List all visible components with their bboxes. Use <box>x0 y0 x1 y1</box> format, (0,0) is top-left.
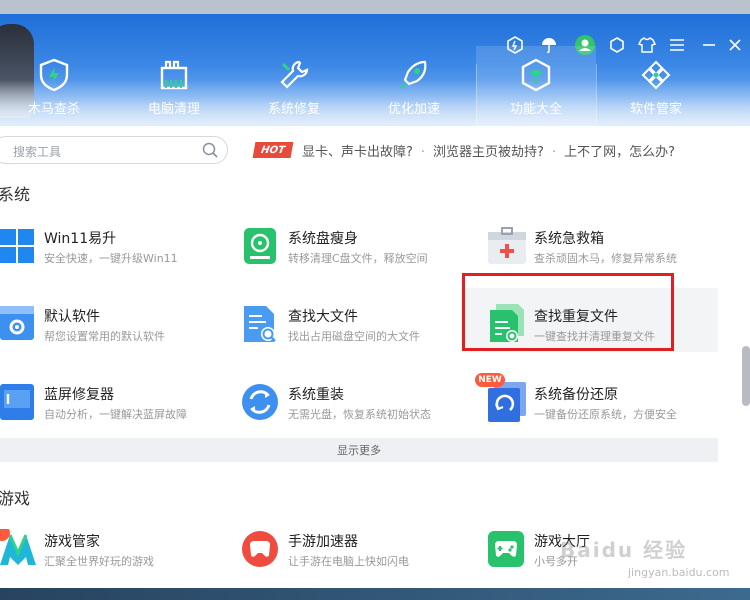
tool-desc: 一键备份还原系统，方便安全 <box>534 408 677 421</box>
nav-speed-up[interactable]: 优化加速 <box>354 58 474 117</box>
watermark-url: jingyan.baidu.com <box>628 566 730 579</box>
game-logo-icon <box>0 525 38 569</box>
cube-icon <box>519 58 553 92</box>
windows-icon <box>0 226 38 266</box>
tool-name: 系统备份还原 <box>534 387 618 403</box>
tool-mobile-game-accelerator[interactable]: 手游加速器 让手游在电脑上快如闪电 <box>242 525 474 581</box>
nav-software-manager[interactable]: 软件管家 <box>596 58 716 117</box>
nav-system-repair[interactable]: 系统修复 <box>234 58 354 117</box>
nav-label: 软件管家 <box>629 102 682 117</box>
refresh-icon <box>242 382 282 422</box>
tool-desc: 安全快速，一键升级Win11 <box>44 252 178 265</box>
tool-desc: 让手游在电脑上快如闪电 <box>288 555 409 568</box>
tool-name: 游戏管家 <box>44 534 100 550</box>
tool-name: 默认软件 <box>44 309 100 325</box>
tool-system-first-aid[interactable]: 系统急救箱 查杀顽固木马，修复异常系统 <box>488 222 720 278</box>
tool-desc: 转移清理C盘文件，释放空间 <box>288 252 428 265</box>
hot-badge: HOT <box>252 142 294 158</box>
tool-system-reinstall[interactable]: 系统重装 无需光盘，恢复系统初始状态 <box>242 378 474 434</box>
nav-label: 电脑清理 <box>147 102 200 117</box>
show-more-button[interactable]: 显示更多 <box>0 438 718 462</box>
tool-system-backup-restore[interactable]: 系统备份还原 一键备份还原系统，方便安全 <box>488 378 720 434</box>
tool-name: 蓝屏修复器 <box>44 387 114 403</box>
file-search-icon <box>242 304 282 344</box>
scrollbar-thumb[interactable] <box>742 346 750 406</box>
tool-name: 手游加速器 <box>288 534 358 550</box>
search-box[interactable]: 搜索工具 <box>0 136 228 164</box>
new-badge: NEW <box>475 373 505 387</box>
gamepad-round-icon <box>242 529 282 569</box>
tool-desc: 查杀顽固木马，修复异常系统 <box>534 252 677 265</box>
close-icon[interactable] <box>724 34 746 56</box>
settings-window-icon <box>0 304 38 344</box>
broom-icon <box>157 58 191 92</box>
gamepad-icon <box>488 529 528 569</box>
section-title-system: 系统 <box>0 185 31 204</box>
tool-default-software[interactable]: 默认软件 帮您设置常用的默认软件 <box>0 300 230 356</box>
hot-tip-link[interactable]: 浏览器主页被劫持? <box>433 145 544 160</box>
tool-desc: 找出占用磁盘空间的大文件 <box>288 330 420 343</box>
shield-bolt-icon <box>37 58 71 92</box>
nav-all-features[interactable]: 功能大全 <box>476 46 596 126</box>
nav-label: 系统修复 <box>267 102 320 117</box>
nav-label: 功能大全 <box>509 102 562 117</box>
disk-icon <box>242 226 282 266</box>
nav-trojan-scan[interactable]: 木马查杀 <box>0 58 114 117</box>
nav-label: 木马查杀 <box>27 102 80 117</box>
tool-win11-upgrade[interactable]: Win11易升 安全快速，一键升级Win11 <box>0 222 230 278</box>
menu-icon[interactable] <box>666 34 688 56</box>
hot-tip-link[interactable]: 上不了网，怎么办? <box>564 145 675 160</box>
tool-name: 系统急救箱 <box>534 231 604 247</box>
tool-name: 系统重装 <box>288 387 344 403</box>
tool-name: 查找大文件 <box>288 309 358 325</box>
hot-tips: 显卡、声卡出故障? · 浏览器主页被劫持? · 上不了网，怎么办? <box>302 145 675 160</box>
taskbar-strip <box>0 588 750 600</box>
tool-desc: 无需光盘，恢复系统初始状态 <box>288 408 431 421</box>
watermark-logo: Baidu 经验 <box>560 538 688 562</box>
section-title-game: 游戏 <box>0 489 31 508</box>
tool-name: Win11易升 <box>44 231 117 247</box>
tool-system-disk-slim[interactable]: 系统盘瘦身 转移清理C盘文件，释放空间 <box>242 222 474 278</box>
search-placeholder: 搜索工具 <box>13 145 62 159</box>
search-icon[interactable] <box>201 141 219 163</box>
tool-game-manager[interactable]: 游戏管家 汇聚全世界好玩的游戏 <box>0 525 230 581</box>
shirt-icon[interactable] <box>636 34 658 56</box>
apps-icon <box>639 58 673 92</box>
monitor-icon <box>0 382 38 422</box>
tool-desc: 帮您设置常用的默认软件 <box>44 330 165 343</box>
tool-desc: 自动分析，一键解决蓝屏故障 <box>44 408 187 421</box>
minimize-icon[interactable] <box>698 34 720 56</box>
rocket-icon <box>397 58 431 92</box>
nav-pc-cleanup[interactable]: 电脑清理 <box>114 58 234 117</box>
tool-find-large-files[interactable]: 查找大文件 找出占用磁盘空间的大文件 <box>242 300 474 356</box>
wrench-icon <box>277 58 311 92</box>
nav-label: 优化加速 <box>387 102 440 117</box>
hot-tip-link[interactable]: 显卡、声卡出故障? <box>302 145 413 160</box>
tool-name: 系统盘瘦身 <box>288 231 358 247</box>
first-aid-icon <box>488 226 528 266</box>
cube-outline-icon[interactable] <box>606 34 628 56</box>
annotation-highlight-box <box>462 273 674 351</box>
tool-bluescreen-repair[interactable]: 蓝屏修复器 自动分析，一键解决蓝屏故障 <box>0 378 230 434</box>
backup-icon <box>488 382 528 422</box>
header-banner: 木马查杀 电脑清理 系统修复 优化加速 功能大全 软件管家 <box>0 14 750 126</box>
tool-desc: 汇聚全世界好玩的游戏 <box>44 555 154 568</box>
